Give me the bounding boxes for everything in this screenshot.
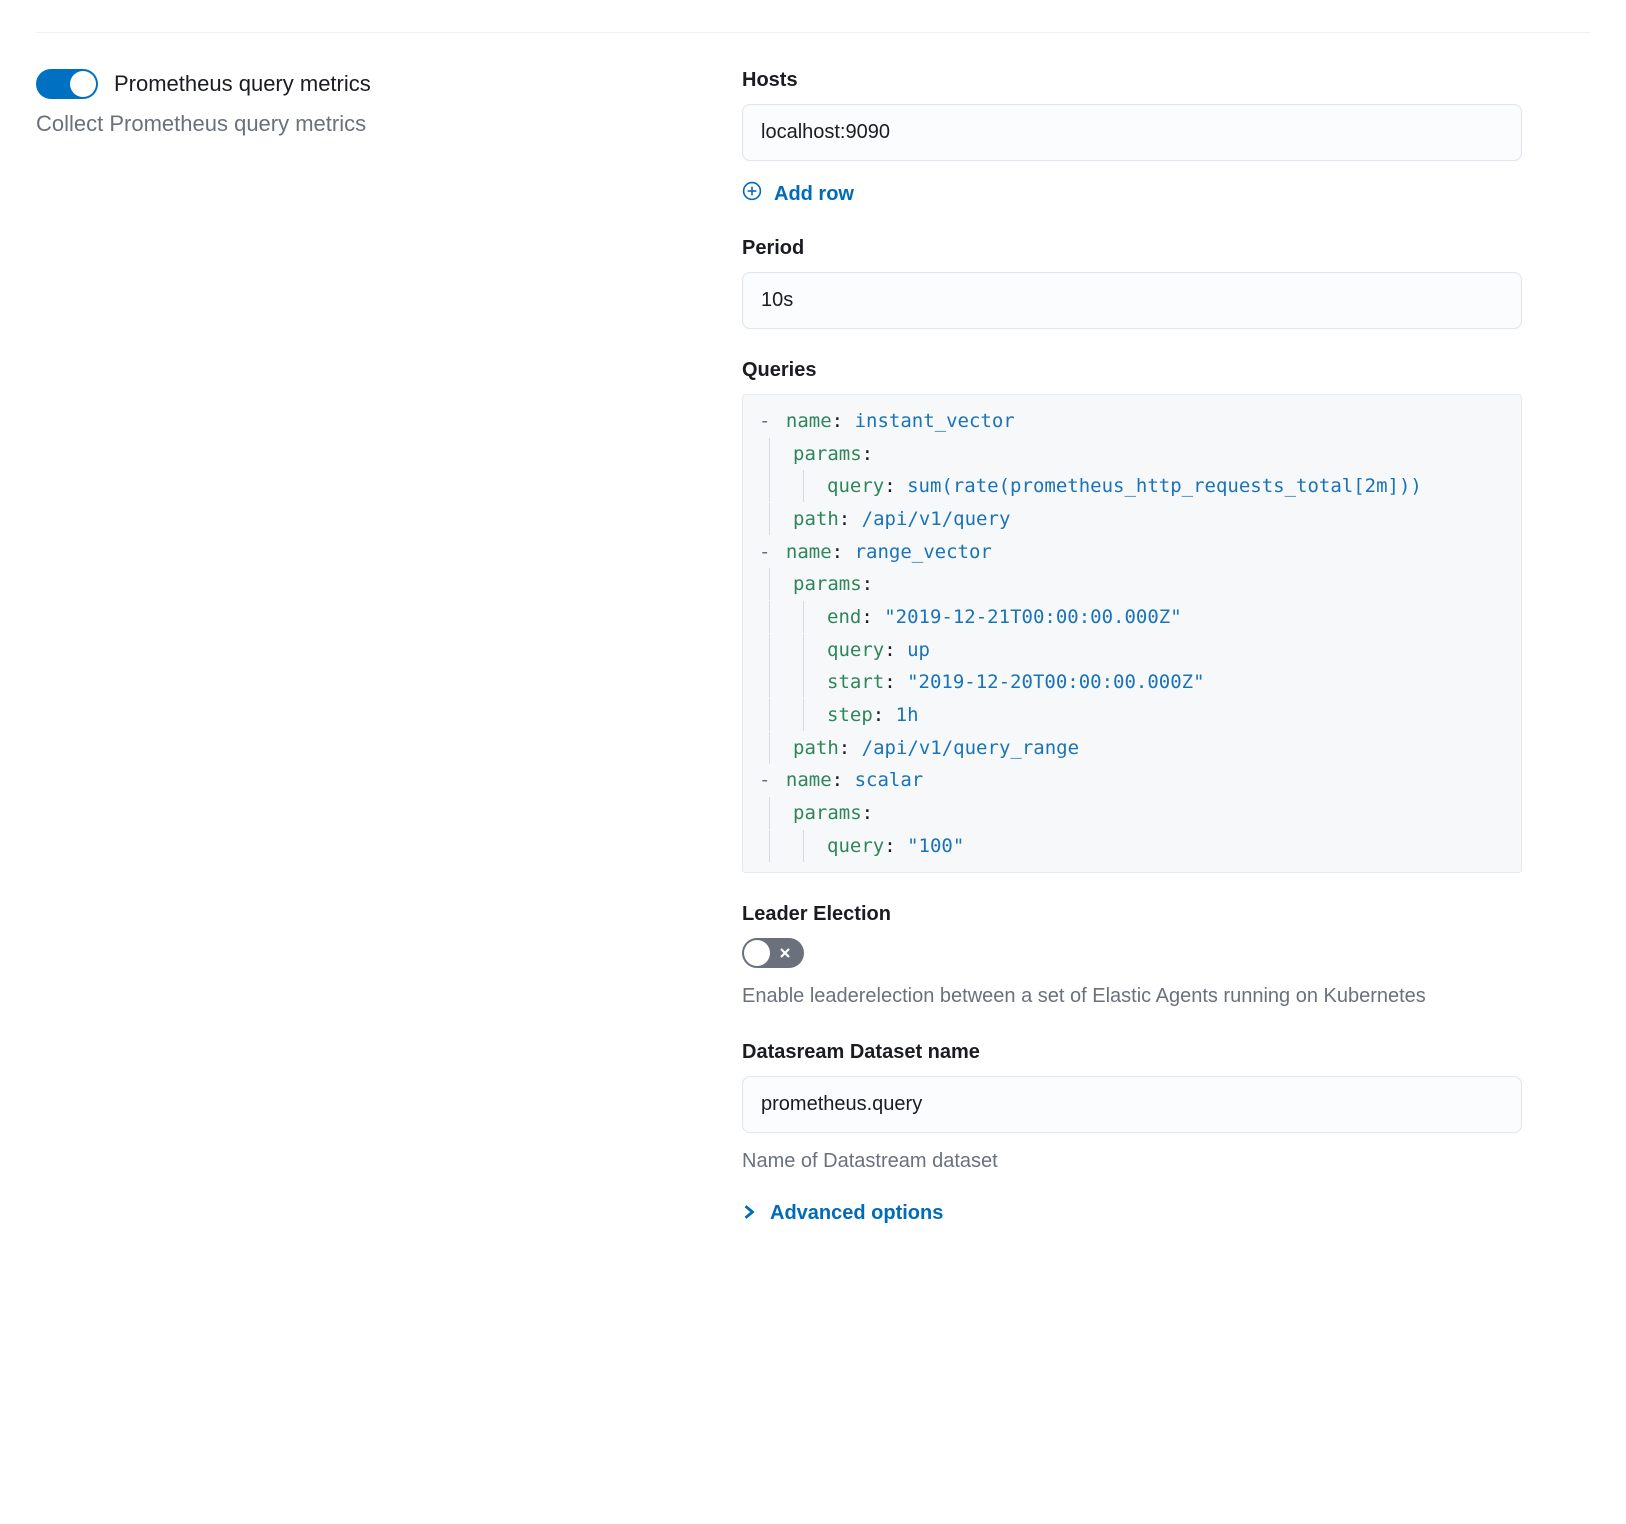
period-input[interactable] xyxy=(742,272,1522,329)
x-icon xyxy=(770,938,800,968)
section-description: Collect Prometheus query metrics xyxy=(36,111,686,137)
plus-circle-icon xyxy=(742,181,762,207)
section-divider xyxy=(36,32,1590,33)
add-row-button[interactable]: Add row xyxy=(742,181,854,207)
dataset-name-helper: Name of Datastream dataset xyxy=(742,1147,1522,1176)
dataset-name-input[interactable] xyxy=(742,1076,1522,1133)
section-title: Prometheus query metrics xyxy=(114,71,371,97)
check-icon xyxy=(40,69,70,99)
advanced-options-toggle[interactable]: Advanced options xyxy=(742,1202,943,1225)
leader-election-toggle[interactable] xyxy=(742,938,804,968)
add-row-label: Add row xyxy=(774,183,854,206)
leader-election-label: Leader Election xyxy=(742,903,1522,926)
chevron-right-icon xyxy=(742,1202,756,1225)
leader-election-helper: Enable leaderelection between a set of E… xyxy=(742,982,1522,1011)
hosts-input[interactable] xyxy=(742,104,1522,161)
hosts-label: Hosts xyxy=(742,69,1522,92)
period-label: Period xyxy=(742,237,1522,260)
advanced-options-label: Advanced options xyxy=(770,1202,943,1225)
prometheus-query-metrics-toggle[interactable] xyxy=(36,69,98,99)
queries-label: Queries xyxy=(742,359,1522,382)
dataset-name-label: Datasream Dataset name xyxy=(742,1041,1522,1064)
queries-code-editor[interactable]: - name: instant_vectorparams:query: sum(… xyxy=(742,394,1522,873)
